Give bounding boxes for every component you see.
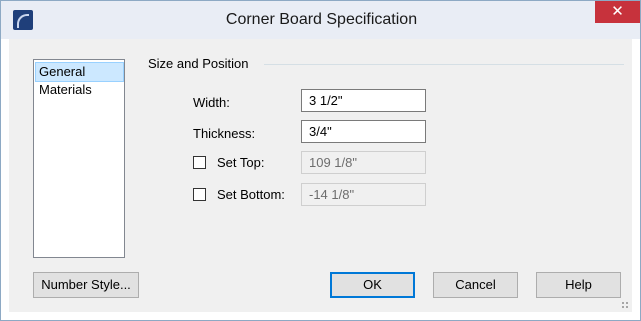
- set-top-label: Set Top:: [217, 155, 265, 170]
- set-bottom-label: Set Bottom:: [217, 187, 285, 202]
- size-position-group-label: Size and Position: [148, 56, 249, 71]
- set-top-input[interactable]: 109 1/8": [301, 151, 426, 174]
- title-bar[interactable]: Corner Board Specification: [1, 1, 640, 39]
- close-button[interactable]: ✕: [595, 1, 640, 23]
- set-bottom-input[interactable]: -14 1/8": [301, 183, 426, 206]
- cancel-button[interactable]: Cancel: [433, 272, 518, 298]
- dialog-window: Corner Board Specification ✕ General Mat…: [0, 0, 641, 321]
- set-bottom-checkbox[interactable]: [193, 188, 206, 201]
- dialog-body: General Materials Size and Position Widt…: [9, 39, 632, 312]
- width-label: Width:: [193, 95, 230, 110]
- width-input[interactable]: 3 1/2": [301, 89, 426, 112]
- set-top-checkbox[interactable]: [193, 156, 206, 169]
- ok-button[interactable]: OK: [330, 272, 415, 298]
- sidebar-item-general[interactable]: General: [35, 62, 124, 82]
- sidebar-item-materials[interactable]: Materials: [36, 81, 123, 99]
- resize-grip-icon[interactable]: [621, 301, 629, 309]
- category-list[interactable]: General Materials: [33, 59, 125, 258]
- group-divider: [264, 64, 624, 65]
- thickness-label: Thickness:: [193, 126, 256, 141]
- thickness-input[interactable]: 3/4": [301, 120, 426, 143]
- dialog-title: Corner Board Specification: [225, 11, 418, 28]
- help-button[interactable]: Help: [536, 272, 621, 298]
- number-style-button[interactable]: Number Style...: [33, 272, 139, 298]
